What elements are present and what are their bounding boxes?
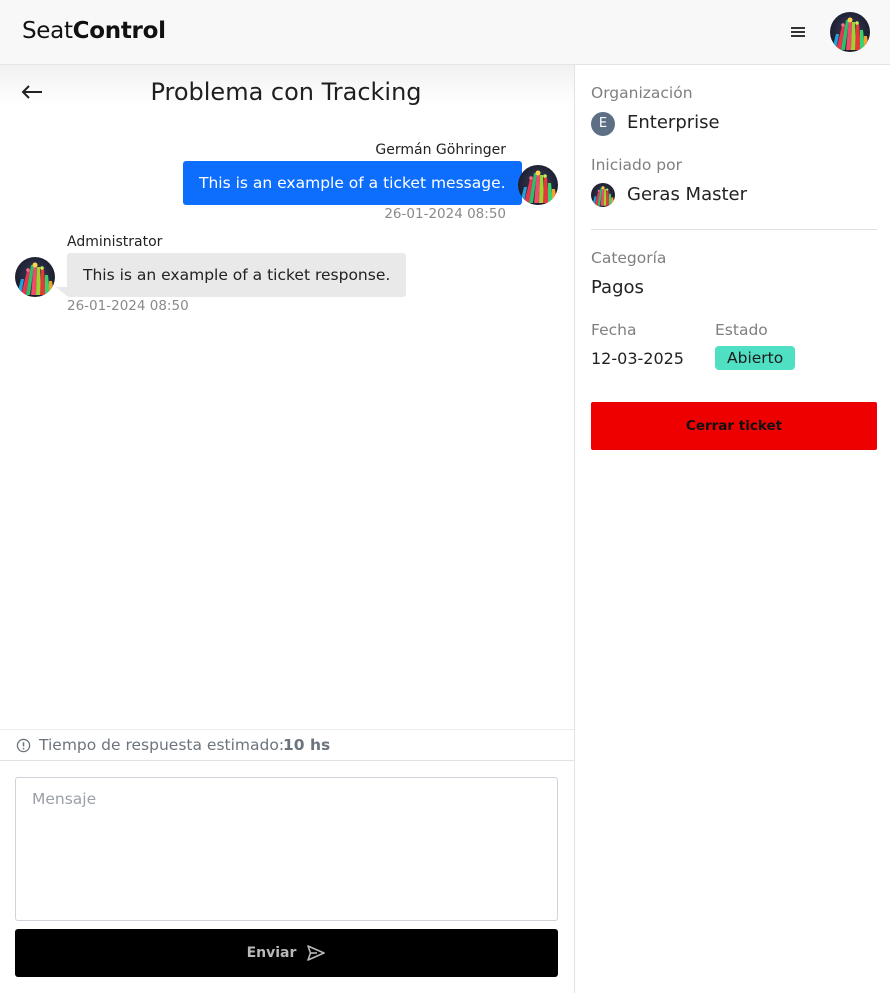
date-value: 12-03-2025 [591,349,684,368]
top-navbar: SeatControl [0,0,890,65]
admin-avatar [15,257,55,297]
ticket-chat-panel: Problema con Tracking Germán Göhringer T… [0,65,575,993]
message-timestamp: 26-01-2024 08:50 [384,206,506,222]
chat-title: Problema con Tracking [150,78,422,106]
starter-avatar [591,183,615,207]
user-avatar[interactable] [830,12,870,52]
sender-avatar [518,165,558,205]
category-value: Pagos [591,277,644,298]
started-by-label: Iniciado por [591,156,682,174]
organization-avatar: E [591,112,615,136]
message-author: Germán Göhringer [375,142,506,158]
ticket-info-panel: Organización E Enterprise Iniciado por G… [575,65,890,993]
organization-label: Organización [591,84,693,102]
message-timestamp: 26-01-2024 08:50 [67,298,189,314]
status-badge: Abierto [715,346,796,370]
brand-name-light: Seat [22,18,73,44]
divider [591,229,877,230]
message-bubble-outgoing: This is an example of a ticket message. [183,161,522,205]
close-ticket-button[interactable]: Cerrar ticket [591,402,877,450]
send-label: Enviar [246,945,297,961]
brand-name-bold: Control [72,18,166,44]
brand-logo[interactable]: SeatControl [22,18,166,44]
send-button[interactable]: Enviar [15,929,558,977]
response-time-value: 10 hs [283,736,331,754]
organization-value: Enterprise [627,112,720,133]
message-bubble-incoming: This is an example of a ticket response. [67,253,407,297]
info-circle-icon [16,738,31,753]
started-by-value: Geras Master [627,184,748,205]
date-label: Fecha [591,321,637,339]
response-time-bar: Tiempo de respuesta estimado: 10 hs [0,729,574,761]
message-input[interactable] [15,777,558,921]
status-label: Estado [715,321,768,339]
hamburger-menu-icon[interactable] [786,22,810,42]
bubble-tail [505,195,517,205]
category-label: Categoría [591,249,667,267]
send-icon [307,945,326,961]
message-author: Administrator [67,234,163,250]
response-time-label: Tiempo de respuesta estimado: [39,736,285,754]
